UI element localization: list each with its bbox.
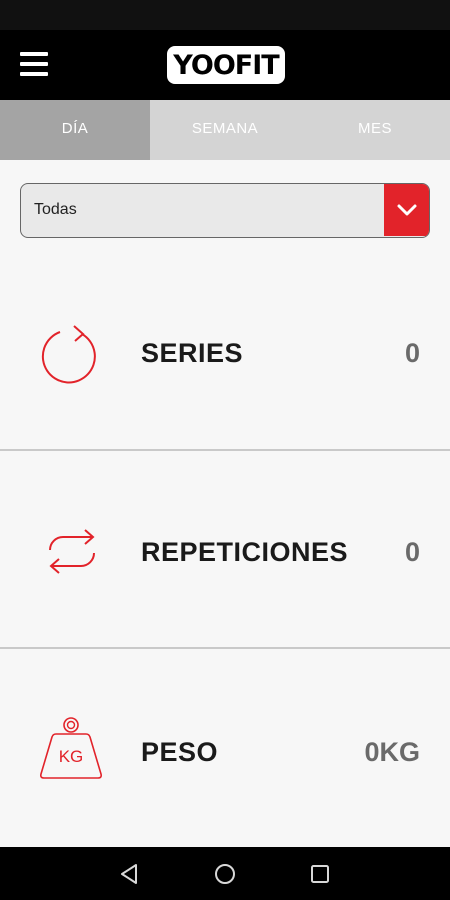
- back-icon[interactable]: [116, 860, 144, 888]
- logo-text: YOOFIT: [173, 49, 279, 81]
- tab-dia-label: DÍA: [61, 119, 89, 137]
- stat-label: PESO: [141, 737, 219, 767]
- tab-semana[interactable]: SEMANA: [150, 100, 300, 156]
- recents-icon[interactable]: [306, 860, 334, 888]
- kettlebell-weight-icon: KG: [36, 714, 106, 784]
- stat-label: SERIES: [141, 338, 244, 368]
- home-icon[interactable]: [211, 860, 239, 888]
- swap-arrows-icon: [38, 519, 104, 585]
- tab-dia[interactable]: DÍA: [0, 100, 150, 156]
- tab-mes[interactable]: MES: [300, 100, 450, 156]
- app-bar: YOOFIT: [0, 30, 450, 100]
- filter-selected-value: Todas: [34, 201, 77, 218]
- refresh-icon: [38, 320, 104, 386]
- exercise-filter-select[interactable]: Todas: [20, 183, 430, 238]
- chevron-down-icon[interactable]: [384, 184, 429, 236]
- stat-value: 0: [404, 537, 420, 567]
- active-tab-indicator: [0, 156, 150, 160]
- status-bar: [0, 0, 450, 30]
- app-logo: YOOFIT: [167, 46, 285, 84]
- stat-value: 0: [404, 338, 420, 368]
- stat-row-repeticiones: REPETICIONES 0: [0, 451, 450, 648]
- tab-semana-label: SEMANA: [191, 119, 259, 137]
- system-navigation-bar: [0, 847, 450, 900]
- stat-row-peso: KG PESO 0KG: [0, 649, 450, 846]
- kg-icon-text: KG: [59, 747, 84, 766]
- stat-row-series: SERIES 0: [0, 252, 450, 449]
- tab-mes-label: MES: [357, 119, 392, 137]
- stat-value: 0KG: [364, 737, 420, 767]
- menu-icon[interactable]: [18, 52, 50, 78]
- period-tabs: DÍA SEMANA MES: [0, 100, 450, 160]
- stat-label: REPETICIONES: [141, 537, 349, 567]
